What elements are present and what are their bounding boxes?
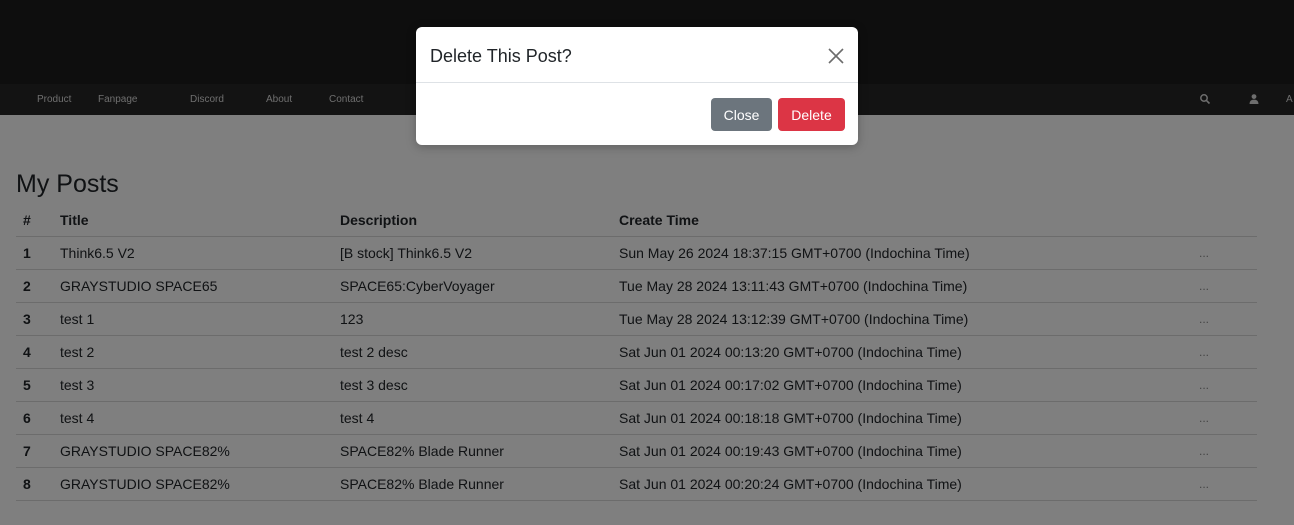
delete-post-dialog: Delete This Post? Close Delete [416, 27, 858, 145]
dialog-header: Delete This Post? [416, 27, 858, 83]
close-button[interactable]: Close [711, 98, 772, 131]
dialog-title: Delete This Post? [430, 46, 572, 66]
delete-button[interactable]: Delete [778, 98, 845, 131]
close-icon[interactable] [825, 45, 847, 67]
